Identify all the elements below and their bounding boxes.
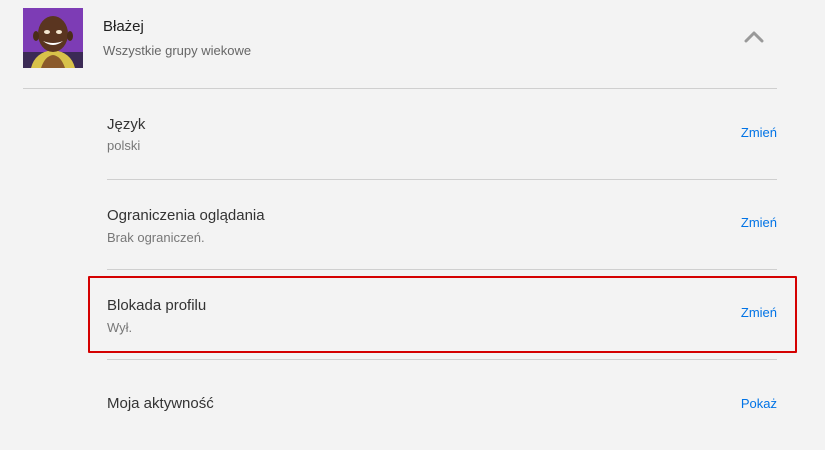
setting-title: Język <box>107 116 146 133</box>
setting-row-viewing-restrictions: Ograniczenia oglądania Brak ograniczeń. … <box>107 180 777 270</box>
chevron-up-icon <box>744 31 764 43</box>
profile-avatar <box>23 8 83 68</box>
setting-title: Moja aktywność <box>107 395 214 412</box>
setting-row-my-activity: Moja aktywność Pokaż <box>107 360 777 450</box>
profile-header: Błażej Wszystkie grupy wiekowe <box>23 8 777 88</box>
collapse-profile-button[interactable] <box>741 24 767 50</box>
show-activity-link[interactable]: Pokaż <box>741 396 777 411</box>
header-divider <box>23 88 777 89</box>
change-language-link[interactable]: Zmień <box>741 125 777 140</box>
setting-row-profile-lock: Blokada profilu Wył. Zmień <box>107 270 777 360</box>
setting-title: Ograniczenia oglądania <box>107 207 265 224</box>
character-avatar-icon <box>23 8 83 68</box>
setting-title: Blokada profilu <box>107 297 207 314</box>
setting-row-language: Język polski Zmień <box>107 90 777 180</box>
setting-value: Brak ograniczeń. <box>107 230 205 245</box>
setting-value: Wył. <box>107 320 133 335</box>
profile-maturity-rating: Wszystkie grupy wiekowe <box>103 43 252 58</box>
change-viewing-restrictions-link[interactable]: Zmień <box>741 215 777 230</box>
change-profile-lock-link[interactable]: Zmień <box>741 305 777 320</box>
profile-name: Błażej <box>103 18 144 35</box>
setting-value: polski <box>107 138 141 153</box>
